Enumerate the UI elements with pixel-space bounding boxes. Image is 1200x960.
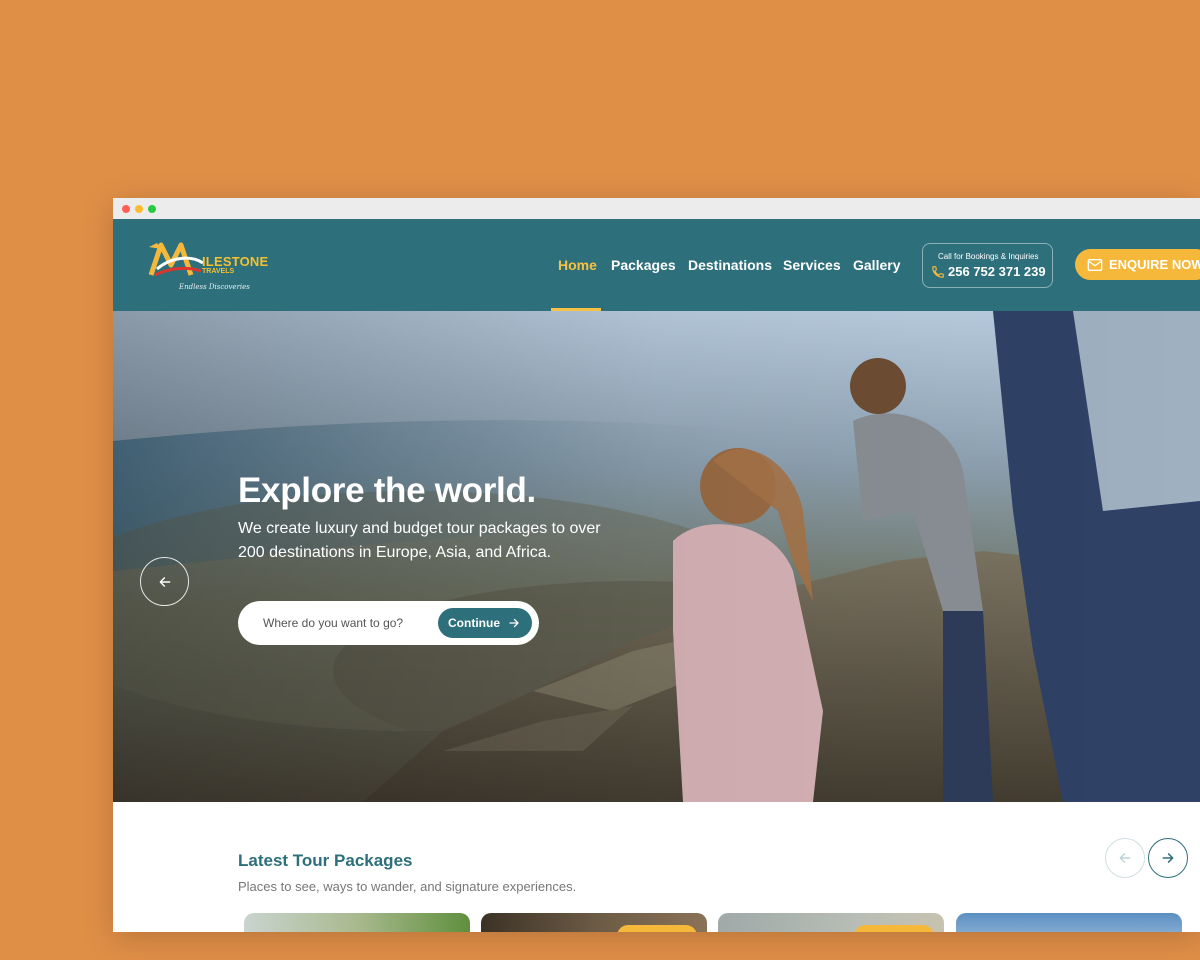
logo-tagline: Endless Discoveries xyxy=(179,283,250,291)
packages-subtitle: Places to see, ways to wander, and signa… xyxy=(238,879,577,894)
package-card[interactable] xyxy=(956,913,1182,932)
continue-button[interactable]: Continue xyxy=(438,608,532,638)
browser-window: ILESTONE TRAVELS Endless Discoveries Hom… xyxy=(113,198,1200,932)
nav-packages[interactable]: Packages xyxy=(611,257,676,273)
nav-gallery[interactable]: Gallery xyxy=(853,257,900,273)
arrow-right-icon xyxy=(1162,853,1174,863)
logo-subtitle: TRAVELS xyxy=(202,268,235,275)
nav-destinations[interactable]: Destinations xyxy=(688,257,772,273)
call-bookings-box[interactable]: Call for Bookings & Inquiries 256 752 37… xyxy=(922,243,1053,288)
continue-label: Continue xyxy=(448,616,500,630)
enquire-now-label: ENQUIRE NOW xyxy=(1109,257,1200,272)
hero-subtitle: We create luxury and budget tour package… xyxy=(238,520,601,561)
window-minimize-dot[interactable] xyxy=(135,204,143,213)
nav-services[interactable]: Services xyxy=(783,257,841,273)
call-caption: Call for Bookings & Inquiries xyxy=(938,252,1039,261)
hero-prev-button[interactable] xyxy=(140,557,189,606)
arrow-left-icon xyxy=(159,576,170,587)
package-card-badge xyxy=(854,925,934,932)
arrow-left-icon xyxy=(1119,853,1131,863)
nav-home[interactable]: Home xyxy=(558,257,597,273)
browser-chrome xyxy=(113,198,1200,219)
packages-prev-button[interactable] xyxy=(1105,838,1145,878)
package-card-badge xyxy=(617,925,697,932)
hero-title: Explore the world. xyxy=(238,471,536,510)
call-number: 256 752 371 239 xyxy=(948,264,1046,279)
hero-banner: Explore the world. We create luxury and … xyxy=(113,311,1200,802)
window-maximize-dot[interactable] xyxy=(148,204,156,213)
enquire-now-button[interactable]: ENQUIRE NOW xyxy=(1075,249,1200,280)
packages-next-button[interactable] xyxy=(1148,838,1188,878)
logo-mark-icon xyxy=(148,242,204,277)
package-card[interactable] xyxy=(481,913,707,932)
destination-search: Continue xyxy=(238,601,539,645)
arrow-right-icon xyxy=(509,618,519,628)
window-close-dot[interactable] xyxy=(122,204,130,213)
package-card[interactable] xyxy=(244,913,470,932)
site-header: ILESTONE TRAVELS Endless Discoveries Hom… xyxy=(113,219,1200,311)
destination-search-input[interactable] xyxy=(252,612,432,634)
packages-title: Latest Tour Packages xyxy=(238,851,413,870)
package-card[interactable] xyxy=(718,913,944,932)
mail-icon xyxy=(1087,258,1103,271)
site-logo[interactable]: ILESTONE TRAVELS Endless Discoveries xyxy=(147,239,269,295)
phone-icon xyxy=(932,266,944,278)
logo-wordmark: ILESTONE xyxy=(202,254,269,269)
